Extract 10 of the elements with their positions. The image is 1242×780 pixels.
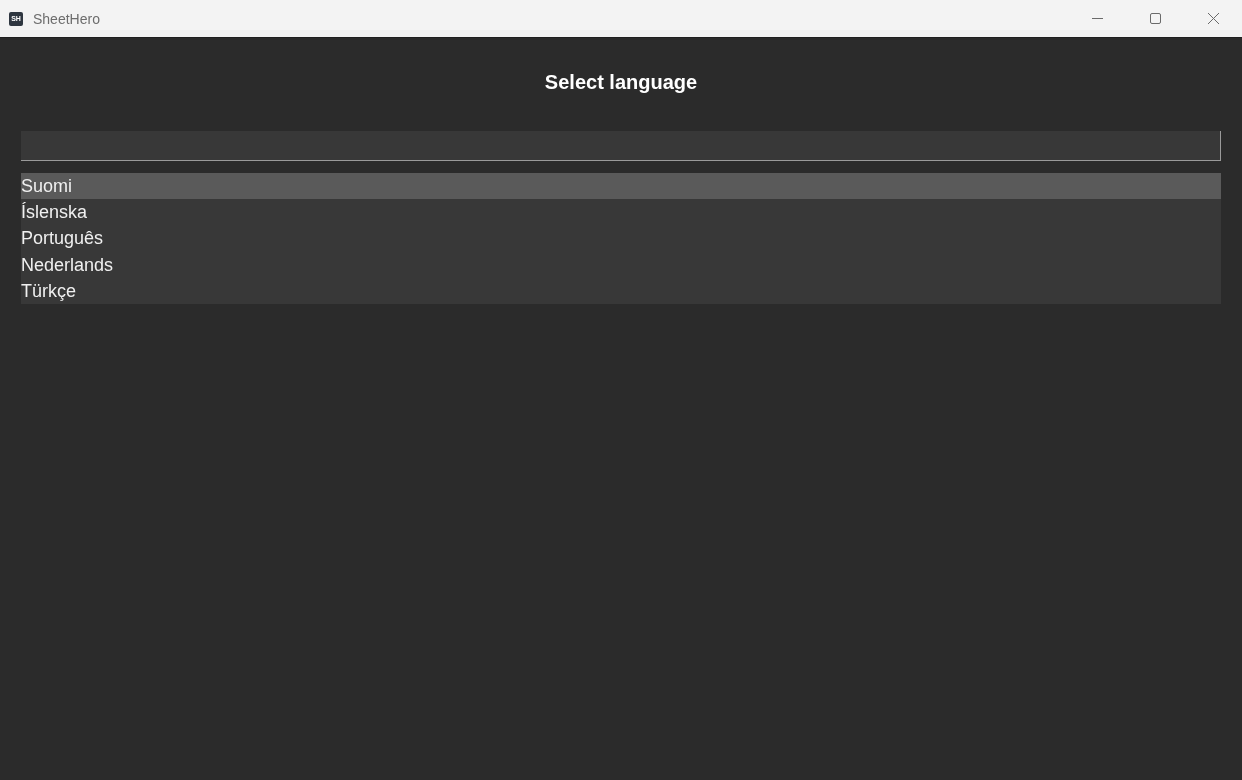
- close-icon: [1207, 13, 1219, 24]
- language-item[interactable]: Português: [21, 225, 1221, 252]
- language-item[interactable]: Nederlands: [21, 251, 1221, 278]
- maximize-icon: [1149, 13, 1161, 24]
- language-item[interactable]: Suomi: [21, 173, 1221, 200]
- language-item[interactable]: Türkçe: [21, 277, 1221, 304]
- language-item[interactable]: Íslenska: [21, 199, 1221, 226]
- window-title: SheetHero: [33, 10, 100, 27]
- search-field[interactable]: [21, 131, 1221, 161]
- dialog-heading: Select language: [543, 70, 699, 94]
